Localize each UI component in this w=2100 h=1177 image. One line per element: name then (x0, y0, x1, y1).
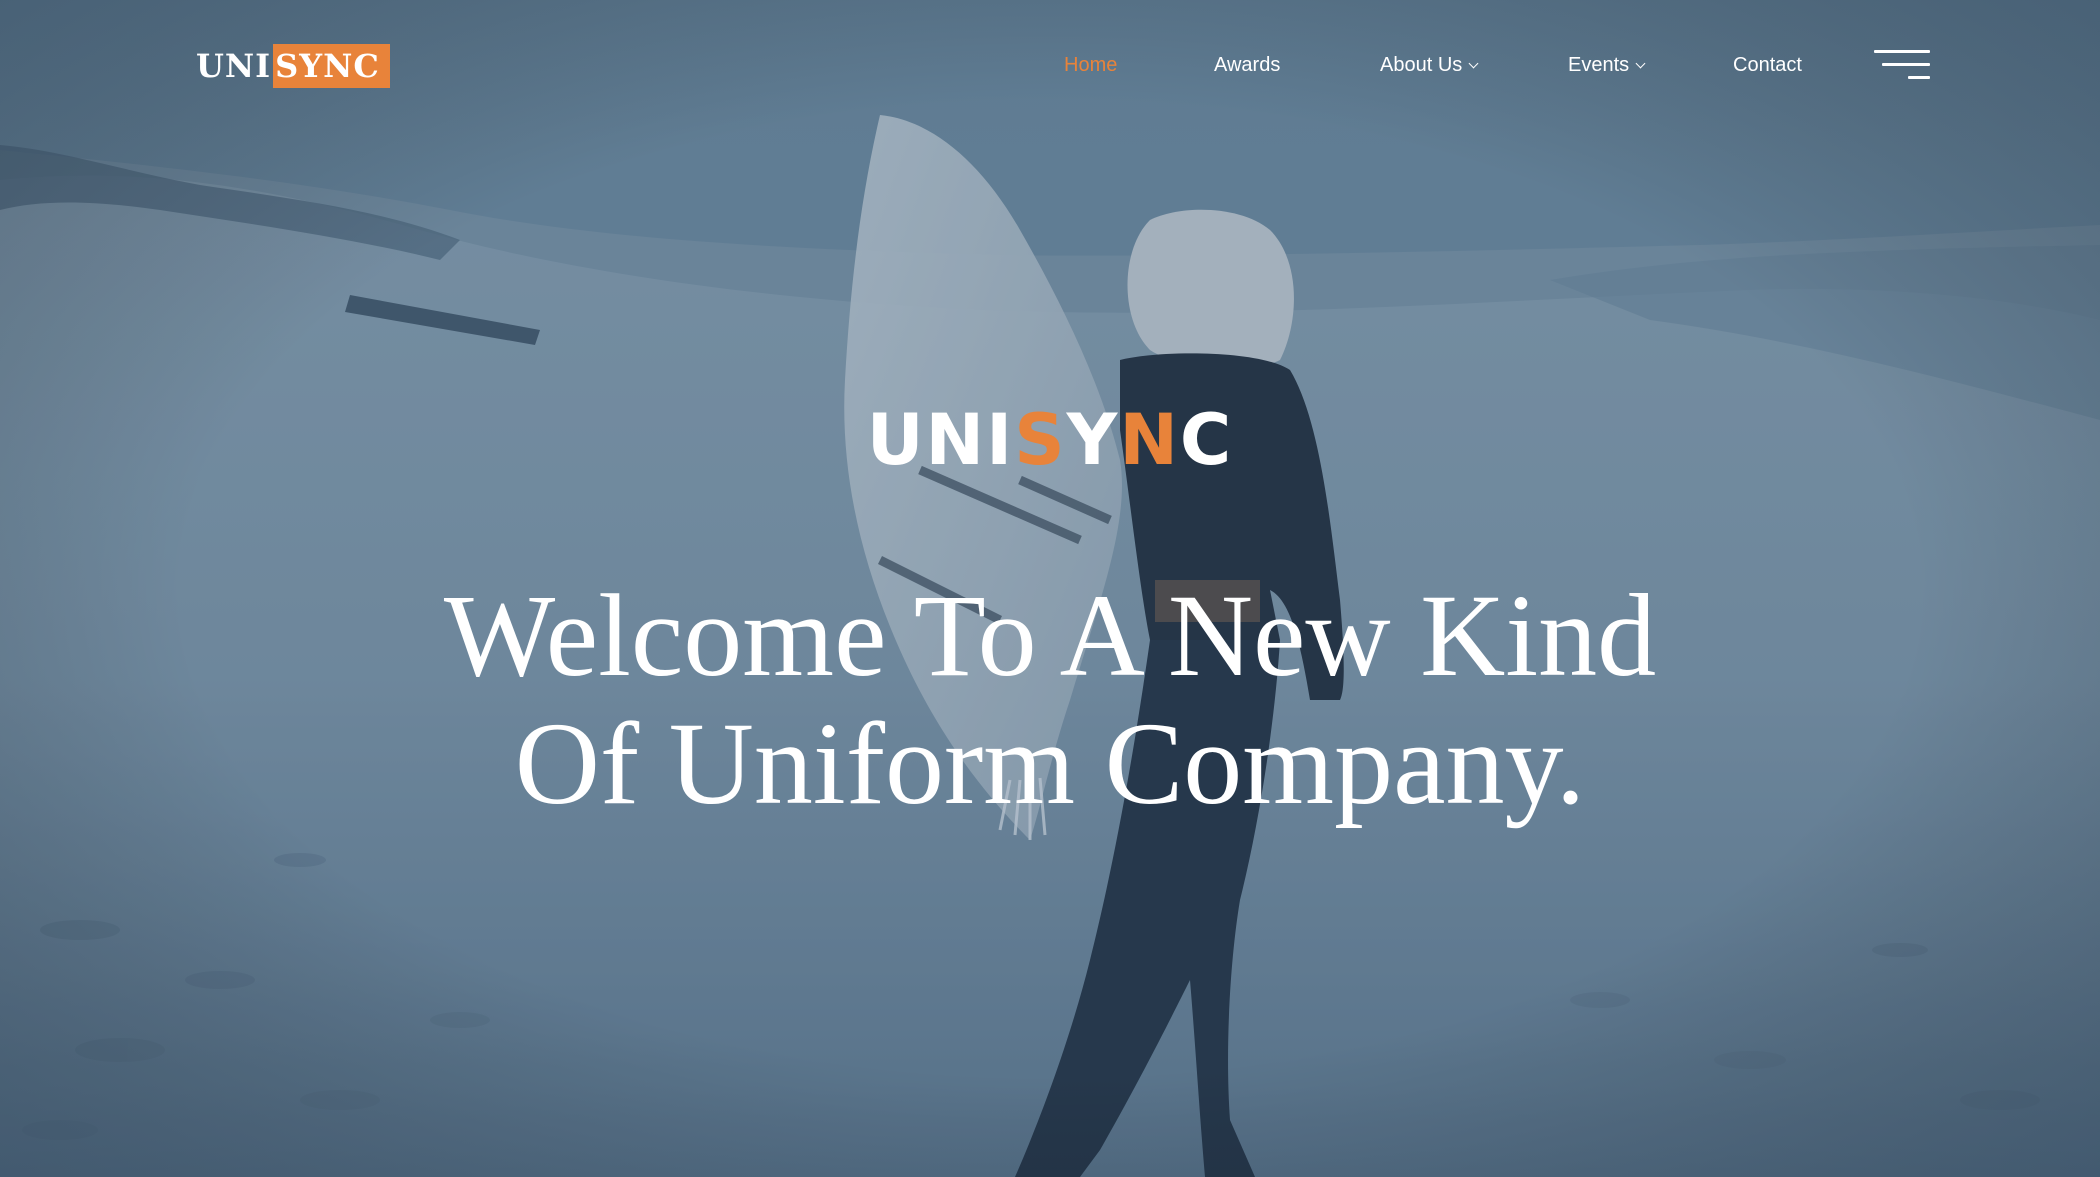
page: UNI SYNC Home Awards About Us Events Cont… (0, 0, 2100, 1177)
nav-label: Contact (1733, 54, 1802, 76)
hero-brand-n: N (1119, 399, 1180, 481)
nav-label: About Us (1380, 54, 1463, 76)
nav-item-events[interactable]: Events (1568, 54, 1646, 77)
nav-item-contact[interactable]: Contact (1733, 54, 1802, 77)
hero-brand-s: S (1014, 399, 1067, 481)
hero-headline-line-1: Welcome To A New Kind (443, 570, 1657, 701)
hero-brand-y: Y (1066, 399, 1120, 481)
nav-label: Awards (1214, 54, 1281, 76)
chevron-down-icon (1468, 58, 1479, 68)
menu-bar (1882, 63, 1930, 66)
hero-brand-uni: UNI (866, 399, 1015, 481)
nav-label: Home (1064, 54, 1118, 76)
menu-bar (1874, 50, 1930, 53)
hero-headline-line-2: Of Uniform Company. (514, 698, 1586, 829)
hero-brand-logo: UNISYNC (0, 398, 2100, 482)
hero-brand-c: C (1179, 399, 1234, 481)
hamburger-menu-icon[interactable] (1874, 48, 1930, 84)
nav-item-home[interactable]: Home (1064, 54, 1117, 77)
hero-headline: Welcome To A New Kind Of Uniform Company… (0, 572, 2100, 828)
nav-item-about-us[interactable]: About Us (1380, 54, 1479, 77)
main-navigation: Home Awards About Us Events Contact (0, 54, 2100, 84)
chevron-down-icon (1635, 58, 1646, 68)
menu-bar (1908, 76, 1930, 79)
nav-item-awards[interactable]: Awards (1214, 54, 1280, 77)
nav-label: Events (1568, 54, 1630, 76)
